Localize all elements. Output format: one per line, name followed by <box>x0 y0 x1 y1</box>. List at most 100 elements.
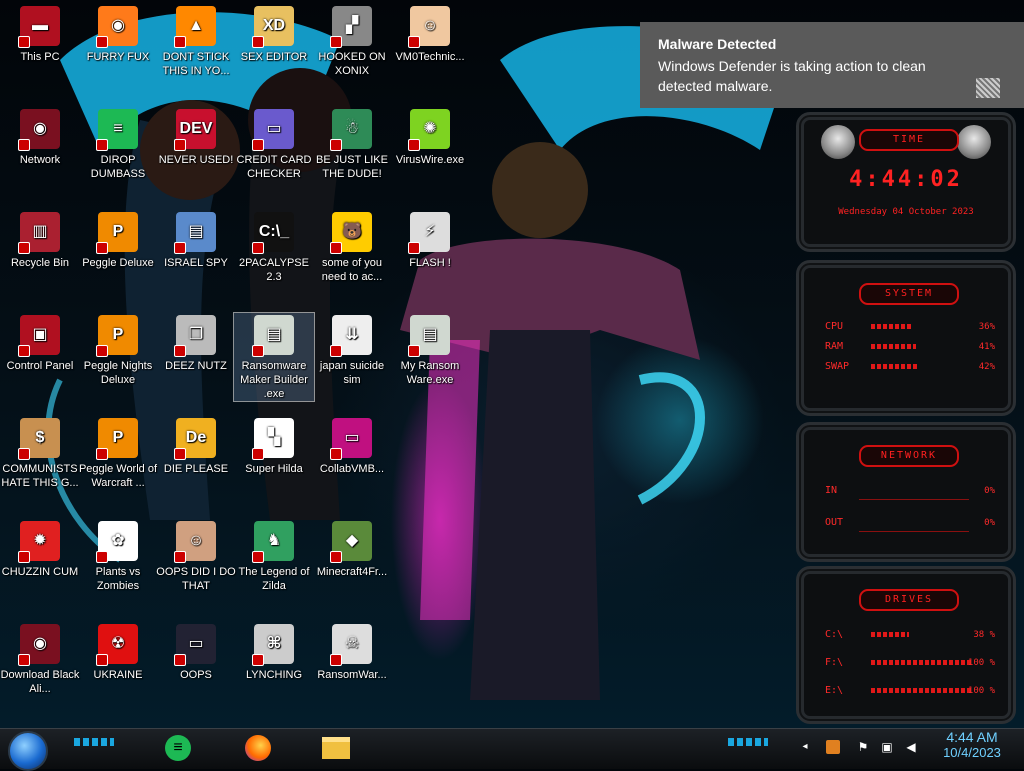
system-gadget-title: SYSTEM <box>859 283 959 305</box>
link-sprite-icon: ♞ <box>252 521 294 563</box>
desktop-icon-super-hilda[interactable]: ▚ Super Hilda <box>234 416 314 476</box>
desktop-icon-sex-editor[interactable]: XD SEX EDITOR <box>234 4 314 64</box>
flower-icon: ✿ <box>96 521 138 563</box>
vlc-cone-icon: ▲ <box>174 6 216 48</box>
doctor-icon: ☺ <box>408 6 450 48</box>
desktop-icon-label: The Legend of Zilda <box>238 566 310 592</box>
recycle-bin-icon: ▥ <box>18 212 60 254</box>
desktop-icon-oops-did-i[interactable]: ☺ OOPS DID I DO THAT <box>156 519 236 593</box>
shortcut-arrow-icon <box>174 345 186 357</box>
shortcut-arrow-icon <box>330 551 342 563</box>
desktop-icon-label: NEVER USED! <box>158 154 234 166</box>
desktop-icon-label: Minecraft4Fr... <box>316 566 388 578</box>
shortcut-arrow-icon <box>252 654 264 666</box>
de-icon: De <box>174 418 216 460</box>
desktop-icon-label: My Ransom Ware.exe <box>400 360 460 386</box>
desktop-icon-label: COMMUNISTS HATE THIS G... <box>1 463 79 489</box>
desktop-icon-flash[interactable]: ⚡ FLASH ! <box>390 210 470 270</box>
start-button[interactable] <box>8 731 48 771</box>
shortcut-arrow-icon <box>252 448 264 460</box>
desktop-icon-label: CHUZZIN CUM <box>1 566 79 578</box>
taskbar-decoration <box>728 738 768 746</box>
desktop-icon-japan-suicide[interactable]: ⇊ japan suicide sim <box>312 313 392 387</box>
desktop-icon-collabvmb[interactable]: ▭ CollabVMB... <box>312 416 392 476</box>
desktop-icon-credit-card-checker[interactable]: ▭ CREDIT CARD CHECKER <box>234 107 314 181</box>
desktop-icon-network[interactable]: ◉ Network <box>0 107 80 167</box>
shortcut-arrow-icon <box>174 36 186 48</box>
volume-icon[interactable]: ◀ <box>904 740 918 754</box>
desktop-icon-download-black[interactable]: ◉ Download Black Ali... <box>0 622 80 696</box>
shortcut-arrow-icon <box>408 345 420 357</box>
desktop-icon-ransomwar[interactable]: ☠ RansomWar... <box>312 622 392 682</box>
desktop-icon-communists[interactable]: $ COMMUNISTS HATE THIS G... <box>0 416 80 490</box>
system-gadget[interactable]: SYSTEM CPU 36% RAM 41% SWAP 42% <box>796 260 1016 416</box>
desktop-icon-lynching[interactable]: ⌘ LYNCHING <box>234 622 314 682</box>
desktop-icon-label: This PC <box>20 51 60 63</box>
tray-app-icon[interactable] <box>826 740 840 754</box>
desktop-icon-deez-nutz[interactable]: ❐ DEEZ NUTZ <box>156 313 236 373</box>
desktop-icon-this-pc[interactable]: ▬ This PC <box>0 4 80 64</box>
flag-icon[interactable]: ⚑ <box>856 740 870 754</box>
desktop-icon-peggle-deluxe[interactable]: P Peggle Deluxe <box>78 210 158 270</box>
desktop-icon-recycle-bin[interactable]: ▥ Recycle Bin <box>0 210 80 270</box>
desktop-icon-label: some of you need to ac... <box>321 257 383 283</box>
desktop-icon-legend-of-zilda[interactable]: ♞ The Legend of Zilda <box>234 519 314 593</box>
desktop-icon-label: Ransomware Maker Builder .exe <box>240 360 308 400</box>
shortcut-arrow-icon <box>18 551 30 563</box>
desktop-icon-hooked-on-xonix[interactable]: ▞ HOOKED ON XONIX <box>312 4 392 78</box>
malware-toast-notification[interactable]: Malware Detected Windows Defender is tak… <box>640 22 1024 108</box>
desktop-icon-plants-vs-zombies[interactable]: ✿ Plants vs Zombies <box>78 519 158 593</box>
desktop-icon-label: HOOKED ON XONIX <box>318 51 386 77</box>
shortcut-arrow-icon <box>18 654 30 666</box>
desktop-icon-label: UKRAINE <box>93 669 143 681</box>
desktop-icon-die-please[interactable]: De DIE PLEASE <box>156 416 236 476</box>
desktop-icon-furry-fux[interactable]: ◉ FURRY FUX <box>78 4 158 64</box>
taskbar-clock[interactable]: 4:44 AM 10/4/2023 <box>930 728 1014 768</box>
bear-icon: 🐻 <box>330 212 372 254</box>
desktop-icon-viruswire[interactable]: ✺ VirusWire.exe <box>390 107 470 167</box>
shortcut-arrow-icon <box>96 242 108 254</box>
desktop-icon-dont-stick[interactable]: ▲ DONT STICK THIS IN YO... <box>156 4 236 78</box>
network-icon[interactable]: ▣ <box>880 740 894 754</box>
drive-row-bar <box>871 660 971 665</box>
drives-gadget[interactable]: DRIVES C:\ 38 % F:\ 100 % E:\ 100 % <box>796 566 1016 724</box>
desktop-icon-2pacalypse[interactable]: C:\_ 2PACALYPSE 2.3 <box>234 210 314 284</box>
desktop-icon-israel-spy[interactable]: ▤ ISRAEL SPY <box>156 210 236 270</box>
desktop-icon-label: Recycle Bin <box>10 257 70 269</box>
time-gadget[interactable]: TIME 4:44:02 Wednesday 04 October 2023 <box>796 112 1016 252</box>
desktop-icon-peggle-nights[interactable]: P Peggle Nights Deluxe <box>78 313 158 387</box>
network-in-value: 0% <box>984 486 995 496</box>
desktop-icon-label: Download Black Ali... <box>0 669 80 695</box>
network-gadget[interactable]: NETWORK IN 0% OUT 0% <box>796 422 1016 562</box>
defender-icon <box>976 78 1000 98</box>
show-hidden-icons-chevron-icon[interactable]: ◂ <box>798 740 812 754</box>
desktop-icon-oops[interactable]: ▭ OOPS <box>156 622 236 682</box>
desktop-icon-label: VM0Technic... <box>395 51 465 63</box>
desktop-icon-chuzzin-cum[interactable]: ✹ CHUZZIN CUM <box>0 519 80 579</box>
desktop-icon-label: LYNCHING <box>245 669 303 681</box>
network-gadget-title: NETWORK <box>859 445 959 467</box>
shortcut-arrow-icon <box>408 242 420 254</box>
desktop-icon-peggle-wow[interactable]: P Peggle World of Warcraft ... <box>78 416 158 490</box>
desktop-icon-ransomware-maker[interactable]: ▤ Ransomware Maker Builder .exe <box>233 312 315 402</box>
desktop-icon-vm0technic[interactable]: ☺ VM0Technic... <box>390 4 470 64</box>
desktop-icon-some-of-you[interactable]: 🐻 some of you need to ac... <box>312 210 392 284</box>
desktop-icon-be-just-like[interactable]: ☃ BE JUST LIKE THE DUDE! <box>312 107 392 181</box>
shortcut-arrow-icon <box>18 139 30 151</box>
desktop-icon-never-used[interactable]: DEV NEVER USED! <box>156 107 236 167</box>
time-gadget-title: TIME <box>859 129 959 151</box>
taskbar-file-explorer[interactable] <box>318 730 354 766</box>
desktop-icon-control-panel[interactable]: ▣ Control Panel <box>0 313 80 373</box>
desktop-icon-label: DEEZ NUTZ <box>165 360 227 372</box>
taskbar-firefox[interactable] <box>240 730 276 766</box>
system-row-value: 36% <box>978 322 995 332</box>
drive-row-label: E:\ <box>825 685 844 696</box>
shortcut-arrow-icon <box>252 36 264 48</box>
desktop-icon-my-ransomware[interactable]: ▤ My Ransom Ware.exe <box>390 313 470 387</box>
desktop-icon-ukraine[interactable]: ☢ UKRAINE <box>78 622 158 682</box>
desktop-icon-minecraft4fr[interactable]: ◆ Minecraft4Fr... <box>312 519 392 579</box>
desktop-icon-label: OOPS <box>180 669 212 681</box>
taskbar-spotify[interactable]: ≡ <box>160 730 196 766</box>
shortcut-arrow-icon <box>252 345 264 357</box>
desktop-icon-dirop-dumbass[interactable]: ≡ DIROP DUMBASS <box>78 107 158 181</box>
